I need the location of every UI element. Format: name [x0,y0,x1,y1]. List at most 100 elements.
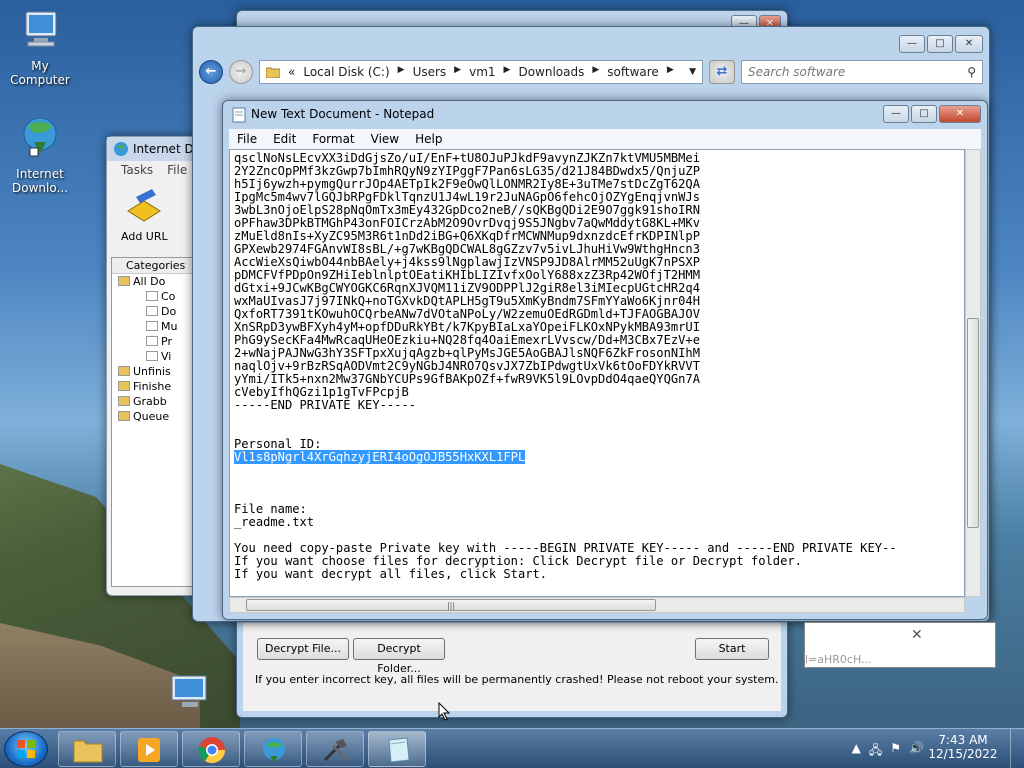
category-item[interactable]: Vi [112,349,200,364]
maximize-button[interactable]: □ [911,105,937,123]
scroll-thumb[interactable]: ||| [246,599,656,611]
notepad-icon [232,107,246,123]
breadcrumb-arrow-icon[interactable]: ▶ [454,65,461,79]
clock[interactable]: 7:43 AM 12/15/2022 [928,733,998,761]
start-button[interactable] [4,731,48,767]
folder-icon [118,396,130,406]
decrypt-folder-button[interactable]: Decrypt Folder... [353,638,445,675]
text-line: Vl1s8pNgrl4XrGqhzyjERI4oOgOJB55HxKXL1FPL [234,450,960,464]
category-item[interactable]: Unfinis [112,364,200,379]
close-button[interactable]: ✕ [939,105,981,123]
back-button[interactable]: ← [199,60,223,84]
category-item[interactable]: Pr [112,334,200,349]
breadcrumb-item[interactable]: software [607,65,659,79]
windows-logo-icon [17,740,35,758]
category-item[interactable]: All Do [112,274,200,289]
scroll-thumb[interactable] [967,318,979,528]
category-item[interactable]: Co [112,289,200,304]
folder-icon [118,411,130,421]
decrypt-file-button[interactable]: Decrypt File... [257,638,349,660]
minimize-button[interactable]: — [883,105,909,123]
categories-panel: Categories All Do Co Do Mu Pr Vi Unfinis Finish… [111,257,201,587]
close-button[interactable]: ✕ [955,35,983,53]
breadcrumb-item[interactable]: Downloads [518,65,584,79]
breadcrumb-arrow-icon[interactable]: ▶ [504,65,511,79]
category-label: Mu [161,320,178,333]
categories-label: Categories [112,258,200,274]
notepad-text-area[interactable]: qsclNoNsLEcvXX3iDdGjsZo/uI/EnF+tU8OJuPJk… [229,149,965,597]
chrome-icon [198,737,226,764]
breadcrumb-arrow-icon[interactable]: ▶ [667,65,674,79]
menu-file[interactable]: File [237,129,257,149]
category-item[interactable]: Finishe [112,379,200,394]
idm-menu-tasks[interactable]: Tasks [121,161,153,179]
folder-icon [73,740,103,763]
caption-buttons: — □ ✕ [899,35,983,53]
chevron-down-icon[interactable]: ▼ [689,67,696,77]
idm-menu-file[interactable]: File [167,161,187,179]
desktop-icon-my-computer[interactable]: My Computer [0,8,80,87]
folder-icon [118,276,130,286]
desktop-icon-label: My Computer [10,59,70,87]
search-icon[interactable]: ⚲ [967,61,976,83]
taskbar-notepad[interactable] [368,731,426,767]
category-item[interactable]: Mu [112,319,200,334]
menu-format[interactable]: Format [312,129,354,149]
breadcrumb-item[interactable]: Users [413,65,447,79]
desktop-icon-label: Internet Downlo... [12,167,68,195]
volume-icon[interactable]: 🔊 [909,741,924,762]
address-bar[interactable]: « Local Disk (C:) ▶ Users ▶ vm1 ▶ Downloads ▶ so… [259,60,703,84]
vertical-scrollbar[interactable] [965,149,981,597]
category-label: Finishe [133,380,172,393]
text-line: -----END PRIVATE KEY----- [234,398,417,412]
add-url-icon [127,189,162,222]
text-line [234,477,960,490]
media-player-icon [138,738,160,762]
menu-help[interactable]: Help [415,129,442,149]
taskbar-tools[interactable] [306,731,364,767]
close-icon[interactable]: ✕ [911,627,923,643]
selected-personal-id[interactable]: Vl1s8pNgrl4XrGqhzyjERI4oOgOJB55HxKXL1FPL [234,450,526,464]
taskbar-idm[interactable] [244,731,302,767]
category-label: Do [161,305,177,318]
menu-edit[interactable]: Edit [273,129,296,149]
refresh-button[interactable]: ⇄ [709,60,735,84]
maximize-button[interactable]: □ [927,35,953,53]
breadcrumb-item[interactable]: vm1 [469,65,495,79]
forward-button[interactable]: → [229,60,253,84]
breadcrumb-item[interactable]: Local Disk (C:) [303,65,389,79]
text-line: _readme.txt [234,515,315,529]
category-item[interactable]: Do [112,304,200,319]
address-overflow[interactable]: « [288,65,295,79]
taskbar: ▲ 🖧 ⚑ 🔊 7:43 AM 12/15/2022 [0,728,1024,768]
add-url-button[interactable]: Add URL [121,187,168,243]
category-item[interactable]: Queue [112,409,200,424]
file-icon [146,351,158,361]
chevron-up-icon[interactable]: ▲ [852,741,861,762]
warning-text: If you enter incorrect key, all files wi… [255,673,779,686]
file-icon [146,336,158,346]
menu-view[interactable]: View [371,129,399,149]
horizontal-scrollbar[interactable]: ||| [229,597,965,613]
tray-icons: ▲ 🖧 ⚑ 🔊 [852,741,924,762]
search-input[interactable]: Search software ⚲ [741,60,983,84]
breadcrumb-arrow-icon[interactable]: ▶ [398,65,405,79]
taskbar-explorer[interactable] [58,731,116,767]
show-desktop-button[interactable] [1010,729,1024,768]
clock-date: 12/15/2022 [928,747,998,761]
taskbar-chrome[interactable] [182,731,240,767]
category-item[interactable]: Grabb [112,394,200,409]
notepad-menubar: File Edit Format View Help [229,129,981,149]
text-line [234,464,960,477]
minimize-button[interactable]: — [899,35,925,53]
idm-window[interactable]: Internet Do Tasks File Add URL Categorie… [106,136,206,596]
network-icon[interactable]: 🖧 [869,741,882,762]
category-label: Queue [133,410,170,423]
category-label: Unfinis [133,365,171,378]
desktop-icon-idm[interactable]: Internet Downlo... [0,112,80,195]
notepad-window[interactable]: New Text Document - Notepad — □ ✕ File Ed… [222,100,988,620]
action-center-icon[interactable]: ⚑ [890,741,901,762]
taskbar-media-player[interactable] [120,731,178,767]
start-button[interactable]: Start [695,638,769,660]
breadcrumb-arrow-icon[interactable]: ▶ [592,65,599,79]
